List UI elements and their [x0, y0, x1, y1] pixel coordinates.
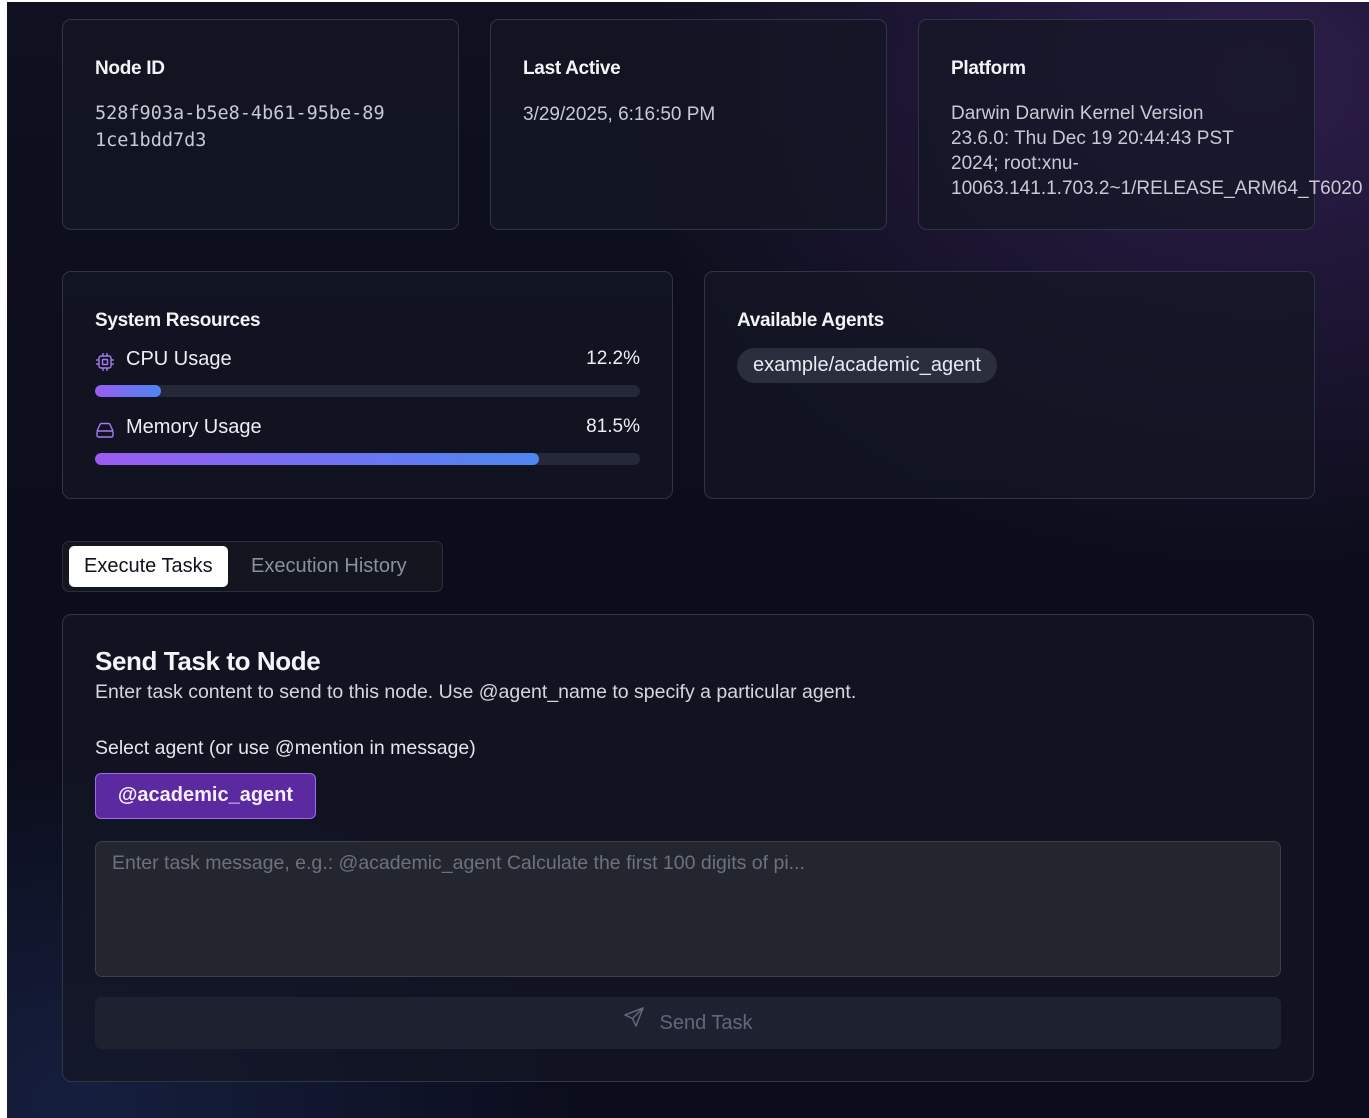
tab-execute-tasks[interactable]: Execute Tasks — [69, 546, 228, 587]
memory-usage-label: Memory Usage — [126, 416, 262, 438]
platform-value: Darwin Darwin Kernel Version 23.6.0: Thu… — [951, 101, 1369, 201]
cpu-icon — [95, 352, 115, 372]
platform-card: Platform Darwin Darwin Kernel Version 23… — [918, 19, 1362, 230]
agent-chip[interactable]: example/academic_agent — [737, 348, 997, 383]
node-id-label: Node ID — [95, 58, 165, 79]
cpu-usage-label: CPU Usage — [126, 348, 232, 370]
cpu-usage-bar — [95, 385, 640, 397]
platform-line: 10063.141.1.703.2~1/RELEASE_ARM64_T6020 — [951, 178, 1363, 199]
task-tabs: Execute Tasks Execution History — [62, 541, 443, 592]
task-message-input[interactable] — [95, 841, 1281, 977]
node-detail-page: Node ID 528f903a-b5e8-4b61-95be-89 1ce1b… — [7, 2, 1369, 1118]
system-resources-card: System Resources CPU Usage 12.2% Memory … — [62, 271, 673, 499]
available-agents-card: Available Agents example/academic_agent — [704, 271, 1315, 499]
platform-line: 2024; root:xnu- — [951, 153, 1079, 174]
send-task-card: Send Task to Node Enter task content to … — [62, 614, 1314, 1082]
last-active-label: Last Active — [523, 58, 621, 79]
memory-usage-row: Memory Usage 81.5% — [95, 416, 640, 442]
cpu-usage-value: 12.2% — [586, 348, 640, 369]
send-task-title: Send Task to Node — [95, 646, 321, 676]
node-id-card: Node ID 528f903a-b5e8-4b61-95be-89 1ce1b… — [62, 19, 459, 230]
cpu-usage-row: CPU Usage 12.2% — [95, 348, 640, 374]
memory-usage-bar-fill — [95, 453, 540, 465]
tab-execution-history[interactable]: Execution History — [236, 546, 422, 587]
available-agents-label: Available Agents — [737, 310, 884, 331]
node-id-value: 528f903a-b5e8-4b61-95be-89 1ce1bdd7d3 — [95, 100, 385, 154]
platform-label: Platform — [951, 58, 1026, 79]
platform-line: Darwin Darwin Kernel Version — [951, 103, 1204, 124]
node-id-value-line2: 1ce1bdd7d3 — [95, 130, 207, 151]
system-resources-label: System Resources — [95, 310, 261, 331]
send-task-label: Send Task — [659, 1012, 753, 1034]
send-task-button[interactable]: Send Task — [95, 997, 1281, 1049]
platform-line: 23.6.0: Thu Dec 19 20:44:43 PST — [951, 128, 1234, 149]
cpu-usage-bar-fill — [95, 385, 162, 397]
send-icon — [623, 996, 645, 1048]
memory-usage-value: 81.5% — [586, 416, 640, 437]
last-active-value: 3/29/2025, 6:16:50 PM — [523, 104, 716, 125]
select-agent-label: Select agent (or use @mention in message… — [95, 737, 476, 759]
send-task-description: Enter task content to send to this node.… — [95, 681, 857, 703]
node-id-value-line1: 528f903a-b5e8-4b61-95be-89 — [95, 103, 385, 124]
hard-drive-icon — [95, 420, 115, 440]
academic-agent-button[interactable]: @academic_agent — [95, 773, 316, 819]
memory-usage-bar — [95, 453, 640, 465]
last-active-card: Last Active 3/29/2025, 6:16:50 PM — [490, 19, 887, 230]
